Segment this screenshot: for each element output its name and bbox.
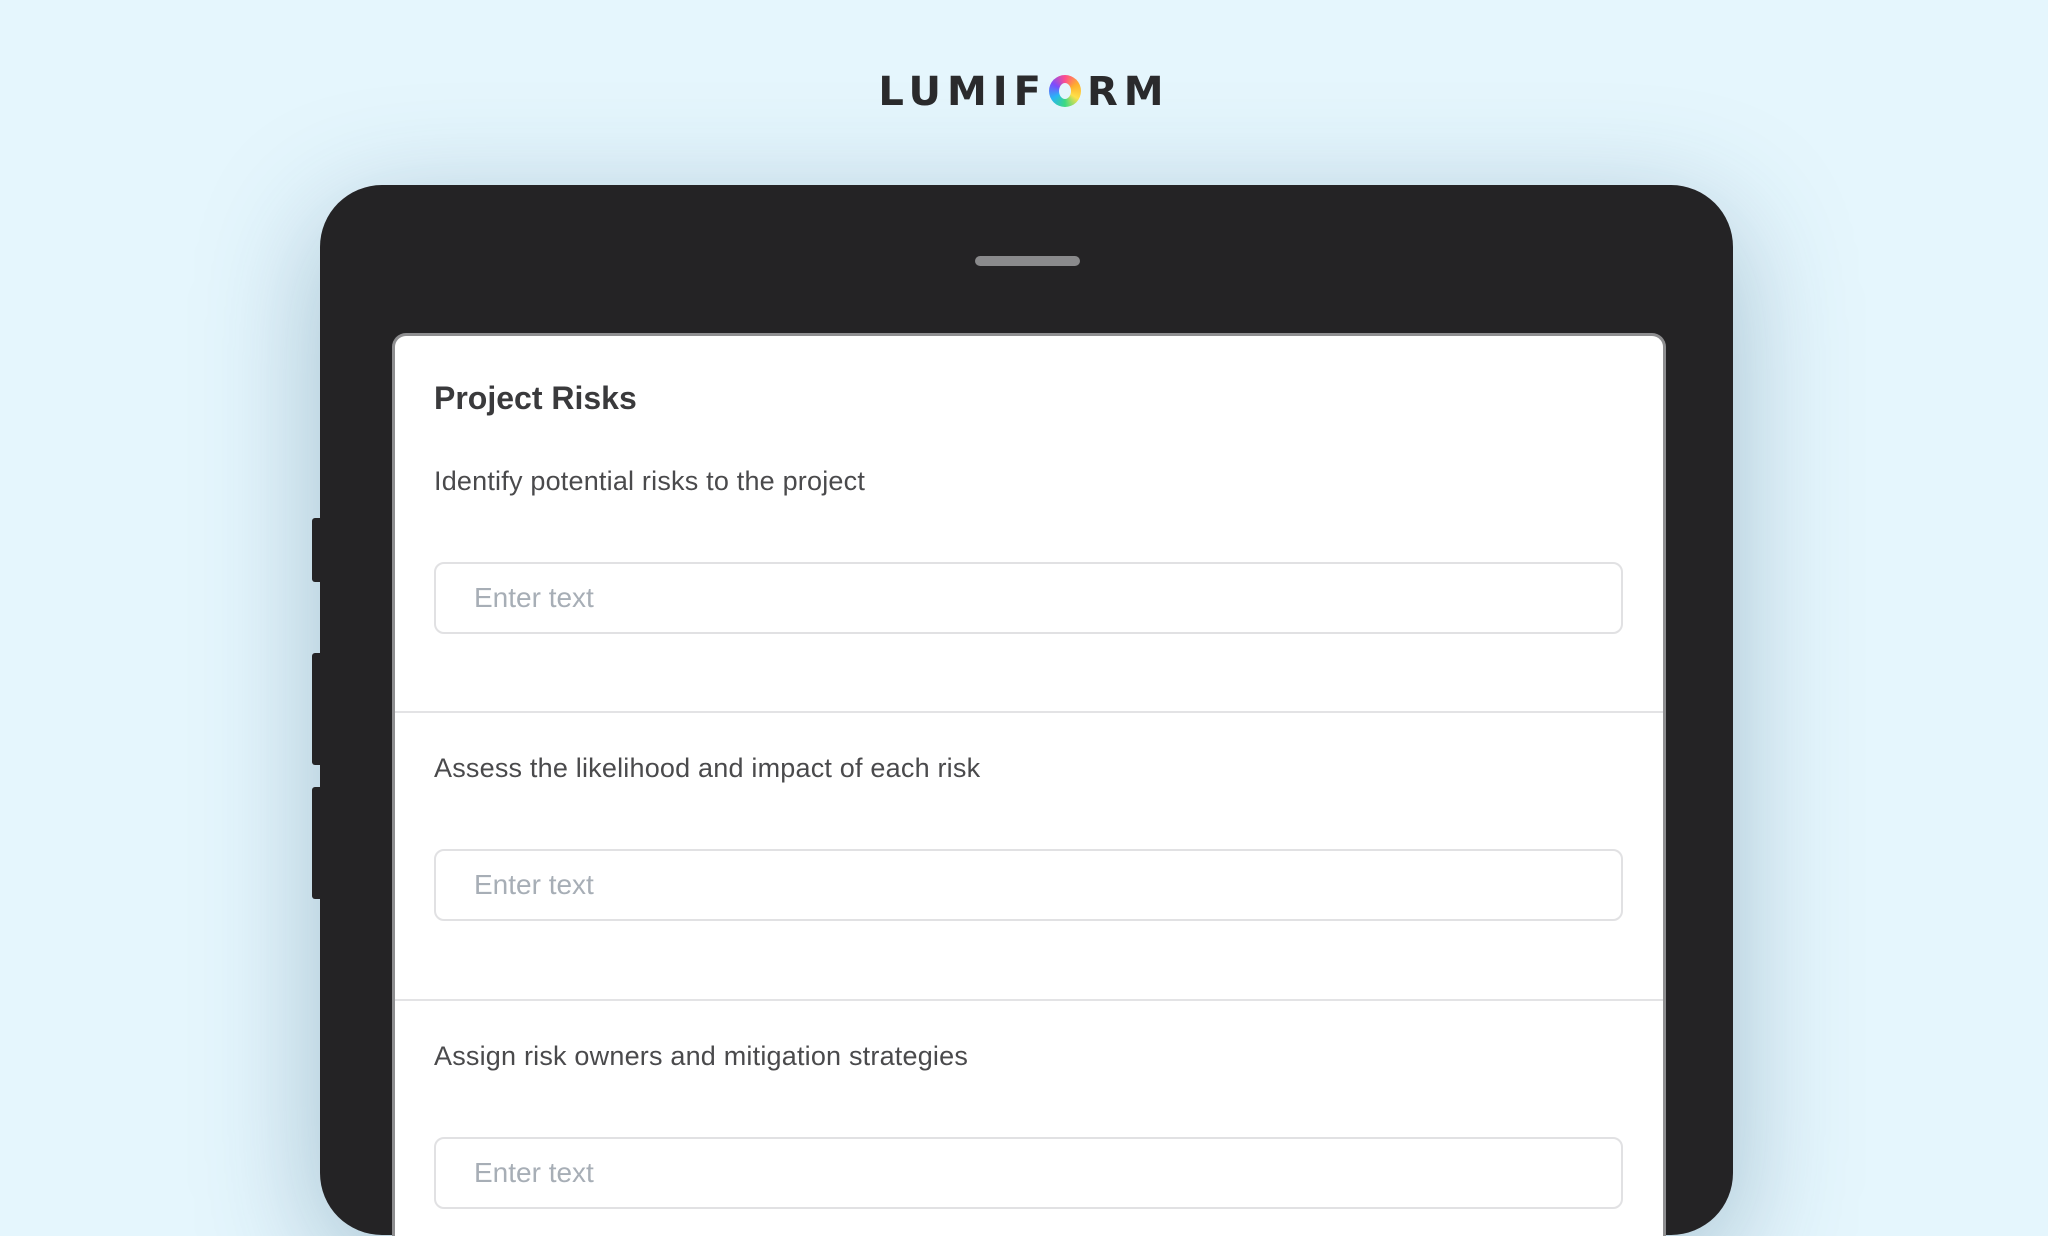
logo-o-icon	[1048, 75, 1081, 107]
logo-text-start: LUMIF	[878, 69, 1047, 115]
question-block-1: Identify potential risks to the project	[395, 336, 1663, 634]
volume-button-bottom	[312, 787, 320, 899]
question-input-1[interactable]	[434, 562, 1623, 634]
lumiform-logo: LUMIF RM	[0, 64, 2048, 120]
logo-text-end: RM	[1086, 69, 1170, 115]
form-screen: Project Risks Identify potential risks t…	[392, 333, 1666, 1236]
question-label-2: Assess the likelihood and impact of each…	[434, 753, 981, 783]
question-input-2[interactable]	[434, 849, 1623, 921]
tablet-device: Project Risks Identify potential risks t…	[312, 185, 1733, 1236]
volume-button-top	[312, 518, 320, 582]
question-label-1: Identify potential risks to the project	[434, 466, 866, 496]
volume-button-middle	[312, 653, 320, 765]
question-label-3: Assign risk owners and mitigation strate…	[434, 1041, 969, 1071]
speaker-grille	[975, 256, 1080, 266]
question-block-3: Assign risk owners and mitigation strate…	[395, 999, 1663, 1236]
question-block-2: Assess the likelihood and impact of each…	[395, 711, 1663, 1001]
